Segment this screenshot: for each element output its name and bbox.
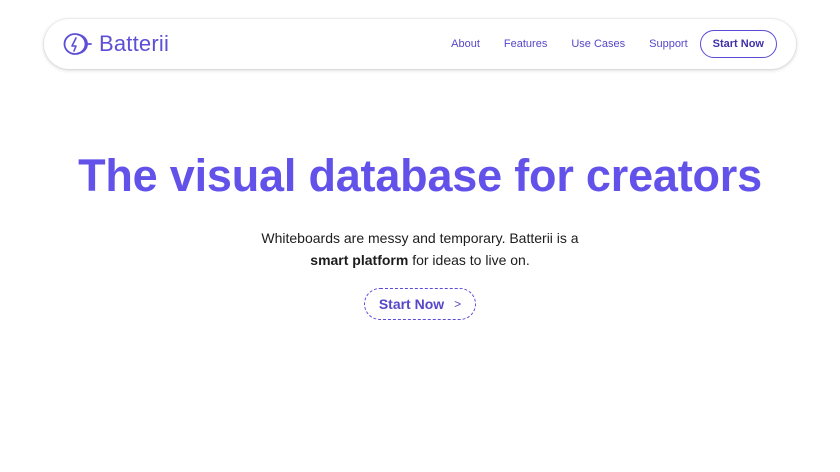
page: Batterii About Features Use Cases Suppor… [0,0,840,472]
top-navbar: Batterii About Features Use Cases Suppor… [44,19,796,69]
hero-title: The visual database for creators [78,150,762,201]
nav-link-about[interactable]: About [451,38,480,50]
hero-subtitle-rest: for ideas to live on. [408,252,530,268]
brand-name: Batterii [99,31,170,56]
hero-cta-label: Start Now [378,296,445,312]
nav-links: About Features Use Cases Support [451,38,700,50]
hero-subtitle-bold: smart platform [310,252,409,268]
batterii-logo-icon [63,33,92,55]
brand[interactable]: Batterii [63,31,169,57]
nav-link-support[interactable]: Support [649,38,688,50]
nav-link-use-cases[interactable]: Use Cases [571,38,625,50]
hero-subtitle: Whiteboards are messy and temporary. Bat… [0,227,840,271]
chevron-right-icon: > [454,297,462,311]
hero-subtitle-line2: smart platform for ideas to live on. [0,249,840,271]
nav-start-now-button[interactable]: Start Now [699,30,777,58]
hero-subtitle-line1: Whiteboards are messy and temporary. Bat… [261,230,579,246]
nav-link-features[interactable]: Features [504,38,547,50]
hero-start-now-button[interactable]: Start Now > [364,288,476,320]
